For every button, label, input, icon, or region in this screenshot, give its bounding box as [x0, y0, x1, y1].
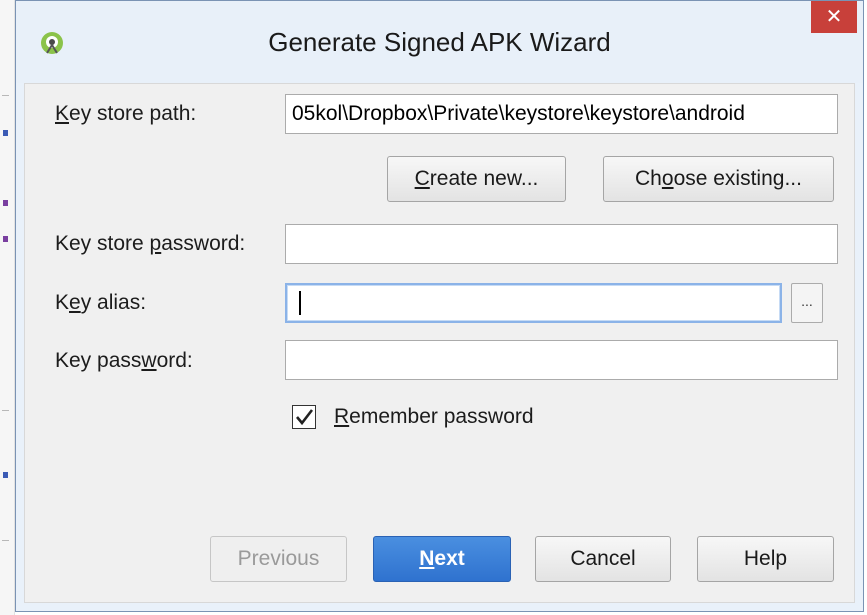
key-alias-label: Key alias: — [55, 291, 147, 314]
generate-signed-apk-dialog: Generate Signed APK Wizard ✕ Key store p… — [15, 0, 864, 612]
key-store-path-input[interactable]: 05kol\Dropbox\Private\keystore\keystore\… — [285, 94, 838, 134]
key-password-label: Key password: — [55, 349, 193, 372]
next-button[interactable]: Next — [373, 536, 511, 582]
background-marker — [3, 130, 8, 136]
key-store-password-input[interactable] — [285, 224, 838, 264]
choose-existing-button[interactable]: Choose existing... — [603, 156, 834, 202]
checkmark-icon — [293, 406, 315, 428]
close-icon: ✕ — [825, 6, 843, 28]
key-password-input[interactable] — [285, 340, 838, 380]
background-tick — [2, 410, 9, 411]
key-alias-browse-button[interactable]: ... — [791, 283, 823, 323]
previous-button[interactable]: Previous — [210, 536, 347, 582]
background-marker — [3, 472, 8, 478]
background-marker — [3, 200, 8, 206]
background-marker — [3, 236, 8, 242]
help-button[interactable]: Help — [697, 536, 834, 582]
title-bar[interactable]: Generate Signed APK Wizard ✕ — [16, 1, 863, 83]
cancel-button[interactable]: Cancel — [535, 536, 671, 582]
key-store-path-label: Key store path: — [55, 102, 197, 125]
key-alias-input[interactable] — [285, 283, 782, 323]
remember-password-checkbox[interactable] — [292, 405, 316, 429]
create-new-button[interactable]: Create new... — [387, 156, 566, 202]
dialog-title: Generate Signed APK Wizard — [268, 27, 611, 57]
dialog-content: Key store path: 05kol\Dropbox\Private\ke… — [24, 83, 855, 603]
text-caret — [299, 291, 301, 316]
background-tick — [2, 95, 9, 96]
background-editor-strip — [0, 0, 15, 615]
background-tick — [2, 540, 9, 541]
close-button[interactable]: ✕ — [811, 1, 857, 33]
key-store-password-label: Key store password: — [55, 232, 246, 255]
remember-password-label[interactable]: Remember password — [334, 405, 534, 429]
